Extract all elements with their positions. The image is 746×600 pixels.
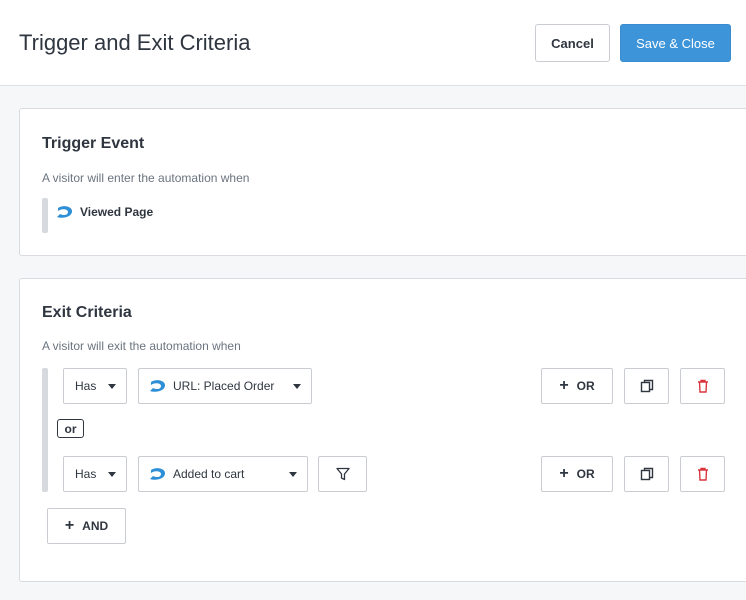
caret-down-icon xyxy=(108,472,116,477)
qualifier-value-1: Has xyxy=(75,379,97,393)
filter-icon xyxy=(335,467,350,481)
add-and-label: AND xyxy=(82,519,109,533)
qualifier-value-2: Has xyxy=(75,467,97,481)
or-connector: or xyxy=(57,419,84,438)
add-or-label-1: OR xyxy=(576,379,595,393)
exit-vertical-bar xyxy=(42,368,48,492)
exit-criteria-card: Exit Criteria A visitor will exit the au… xyxy=(19,278,746,582)
copy-icon xyxy=(640,467,653,481)
add-or-label-2: OR xyxy=(576,467,595,481)
caret-down-icon xyxy=(293,384,301,389)
cancel-button[interactable]: Cancel xyxy=(535,24,610,62)
exit-title: Exit Criteria xyxy=(42,304,132,321)
exit-subtitle: A visitor will exit the automation when xyxy=(42,339,241,353)
delete-button-1[interactable] xyxy=(680,368,725,404)
add-and-button[interactable]: + AND xyxy=(47,508,126,544)
qualifier-select-2[interactable]: Has xyxy=(63,456,127,492)
caret-down-icon xyxy=(289,472,297,477)
trash-icon xyxy=(697,467,708,481)
brand-swoosh-icon xyxy=(57,206,73,218)
brand-swoosh-icon xyxy=(150,468,166,480)
trash-icon xyxy=(697,379,708,393)
caret-down-icon xyxy=(108,384,116,389)
trigger-title: Trigger Event xyxy=(42,135,145,152)
trigger-subtitle: A visitor will enter the automation when xyxy=(42,171,250,185)
copy-button-2[interactable] xyxy=(624,456,669,492)
trigger-event-card: Trigger Event A visitor will enter the a… xyxy=(19,108,746,256)
trigger-event-item[interactable]: Viewed Page xyxy=(56,205,153,219)
event-value-2: Added to cart xyxy=(173,467,245,481)
event-select-1[interactable]: URL: Placed Order xyxy=(138,368,312,404)
delete-button-2[interactable] xyxy=(680,456,725,492)
plus-icon: + xyxy=(559,465,569,482)
event-select-2[interactable]: Added to cart xyxy=(138,456,308,492)
trigger-vertical-bar xyxy=(42,198,48,233)
filter-button-2[interactable] xyxy=(318,456,367,492)
plus-icon: + xyxy=(559,377,569,394)
plus-icon: + xyxy=(64,517,75,534)
trigger-event-label: Viewed Page xyxy=(80,205,154,219)
page-title: Trigger and Exit Criteria xyxy=(19,30,251,55)
page-header: Trigger and Exit Criteria Cancel Save & … xyxy=(0,0,746,86)
copy-icon xyxy=(640,379,653,393)
add-or-button-2[interactable]: + OR xyxy=(541,456,613,492)
qualifier-select-1[interactable]: Has xyxy=(63,368,127,404)
brand-swoosh-icon xyxy=(150,380,166,392)
copy-button-1[interactable] xyxy=(624,368,669,404)
event-value-1: URL: Placed Order xyxy=(173,379,275,393)
add-or-button-1[interactable]: + OR xyxy=(541,368,613,404)
save-close-button[interactable]: Save & Close xyxy=(620,24,731,62)
